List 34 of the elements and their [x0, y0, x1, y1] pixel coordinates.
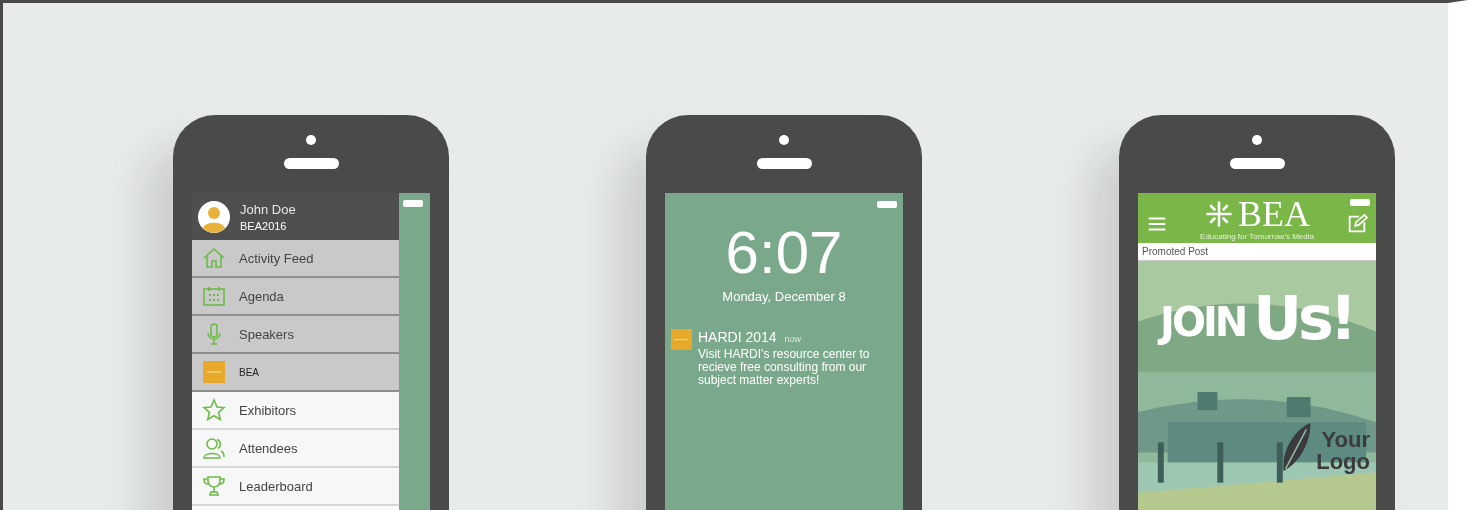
- camera-dot: [306, 135, 316, 145]
- avatar-icon: [198, 200, 230, 233]
- edit-icon[interactable]: [1346, 213, 1368, 235]
- app-icon: [671, 329, 692, 350]
- battery-icon: [877, 201, 897, 208]
- clock-time: 6:07: [725, 223, 843, 283]
- speaker-slot: [283, 158, 339, 169]
- speaker-slot: [756, 158, 812, 169]
- battery-icon: [1350, 199, 1370, 206]
- logo-icon: [202, 360, 226, 384]
- camera-dot: [779, 135, 789, 145]
- home-icon: [202, 246, 226, 270]
- notification-time: now: [784, 334, 802, 344]
- logo-placeholder-text: Logo: [1316, 451, 1370, 473]
- notification-title: HARDI 2014: [698, 329, 777, 345]
- brand-tagline: Educating for Tomorrow's Media: [1200, 231, 1314, 241]
- clock-date: Monday, December 8: [722, 289, 846, 304]
- trophy-icon: [202, 474, 226, 498]
- calendar-icon: [202, 284, 226, 308]
- notification-message: Visit HARDI's resource center to recieve free consulting from our subject matter experts!: [698, 348, 871, 388]
- speaker-slot: [1229, 158, 1285, 169]
- menu-item[interactable]: Agenda: [192, 278, 399, 316]
- headline-text: Us!: [1253, 291, 1354, 345]
- people-icon: [202, 436, 226, 460]
- brand-name: BEA: [1238, 195, 1310, 232]
- event-code: BEA2016: [240, 219, 288, 232]
- menu-item[interactable]: Activity Feed: [192, 240, 399, 278]
- menu-item[interactable]: Speakers: [192, 316, 399, 354]
- user-name: John Doe: [240, 201, 296, 217]
- camera-dot: [1252, 135, 1262, 145]
- logo-placeholder-text: Your: [1321, 429, 1370, 451]
- menu-item[interactable]: BEA: [192, 354, 399, 392]
- battery-icon: [403, 200, 423, 207]
- star-icon: [202, 398, 226, 422]
